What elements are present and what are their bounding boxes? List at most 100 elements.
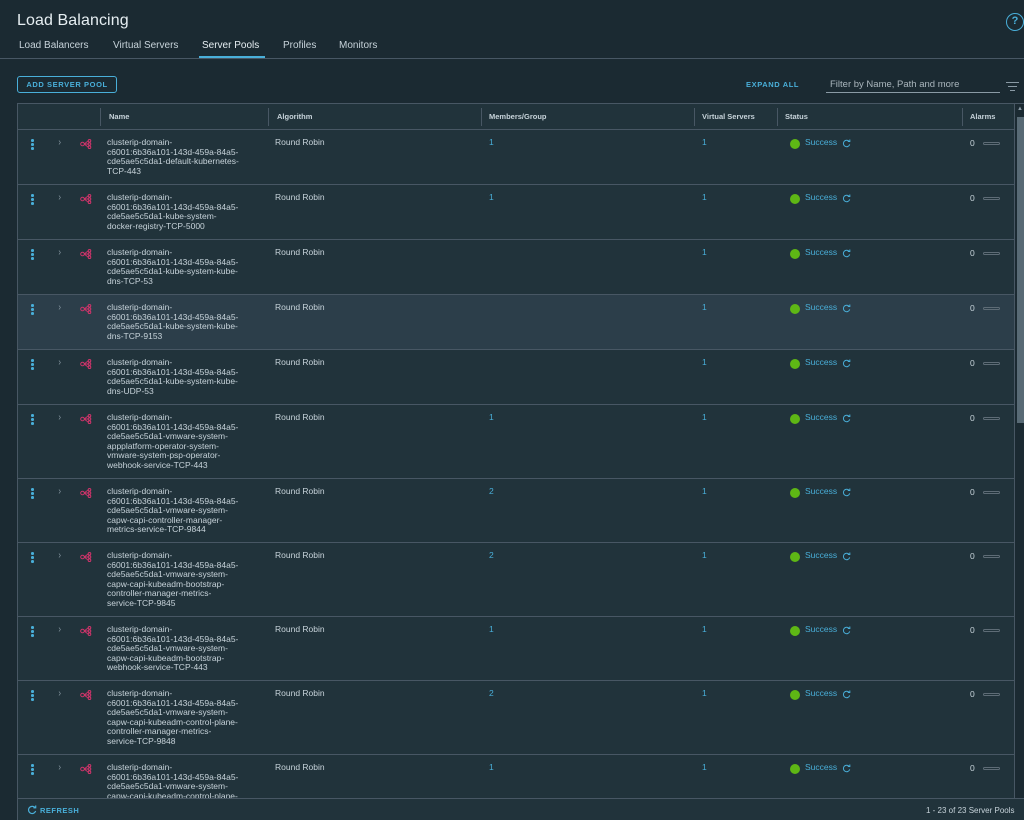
alarm-count: 0 <box>970 138 975 148</box>
virtual-servers-link[interactable]: 1 <box>702 624 707 635</box>
table-row[interactable]: › clusterip-domain-c6001:6b36a101-143d-45… <box>18 240 1014 295</box>
tab-virtual-servers[interactable]: Virtual Servers <box>113 40 178 51</box>
chevron-right-icon[interactable]: › <box>58 624 61 635</box>
status-text[interactable]: Success <box>805 192 837 203</box>
virtual-servers-link[interactable]: 1 <box>702 550 707 561</box>
virtual-servers-link[interactable]: 1 <box>702 192 707 203</box>
virtual-servers-link[interactable]: 1 <box>702 486 707 497</box>
active-tab-indicator <box>199 56 265 58</box>
refresh-icon[interactable] <box>842 359 851 368</box>
column-header-algorithm[interactable]: Algorithm <box>277 112 312 121</box>
tab-load-balancers[interactable]: Load Balancers <box>19 40 89 51</box>
scrollbar-thumb[interactable] <box>1017 117 1024 423</box>
alarm-indicator <box>983 629 1000 632</box>
alarm-count: 0 <box>970 763 975 773</box>
tab-server-pools[interactable]: Server Pools <box>202 40 259 51</box>
refresh-icon[interactable] <box>842 488 851 497</box>
kebab-vertical-icon[interactable] <box>31 304 34 315</box>
column-header-virtual-servers[interactable]: Virtual Servers <box>702 112 755 121</box>
table-row[interactable]: › clusterip-domain-c6001:6b36a101-143d-45… <box>18 185 1014 240</box>
status-text[interactable]: Success <box>805 137 837 148</box>
status-text[interactable]: Success <box>805 550 837 561</box>
status-text[interactable]: Success <box>805 762 837 773</box>
kebab-vertical-icon[interactable] <box>31 249 34 260</box>
kebab-vertical-icon[interactable] <box>31 414 34 425</box>
chevron-right-icon[interactable]: › <box>58 192 61 203</box>
kebab-vertical-icon[interactable] <box>31 764 34 775</box>
tab-bar: Load Balancers Virtual Servers Server Po… <box>0 34 1024 59</box>
members-link[interactable]: 1 <box>489 762 494 773</box>
members-link[interactable]: 1 <box>489 192 494 203</box>
refresh-icon[interactable] <box>842 690 851 699</box>
table-row[interactable]: › clusterip-domain-c6001:6b36a101-143d-45… <box>18 543 1014 617</box>
virtual-servers-link[interactable]: 1 <box>702 137 707 148</box>
column-header-alarms[interactable]: Alarms <box>970 112 995 121</box>
virtual-servers-link[interactable]: 1 <box>702 412 707 423</box>
refresh-icon[interactable] <box>842 249 851 258</box>
virtual-servers-link[interactable]: 1 <box>702 357 707 368</box>
column-header-status[interactable]: Status <box>785 112 808 121</box>
refresh-icon[interactable] <box>842 414 851 423</box>
members-link[interactable]: 1 <box>489 412 494 423</box>
kebab-vertical-icon[interactable] <box>31 488 34 499</box>
help-icon[interactable]: ? <box>1006 13 1024 31</box>
tab-profiles[interactable]: Profiles <box>283 40 316 51</box>
chevron-right-icon[interactable]: › <box>58 137 61 148</box>
refresh-button[interactable]: REFRESH <box>27 805 79 815</box>
refresh-icon[interactable] <box>842 552 851 561</box>
status-text[interactable]: Success <box>805 624 837 635</box>
members-link[interactable]: 1 <box>489 624 494 635</box>
status-text[interactable]: Success <box>805 302 837 313</box>
members-link[interactable]: 2 <box>489 688 494 699</box>
virtual-servers-link[interactable]: 1 <box>702 247 707 258</box>
status-text[interactable]: Success <box>805 688 837 699</box>
kebab-vertical-icon[interactable] <box>31 552 34 563</box>
refresh-icon[interactable] <box>842 304 851 313</box>
table-row[interactable]: › clusterip-domain-c6001:6b36a101-143d-45… <box>18 755 1014 798</box>
scroll-up-icon[interactable]: ▲ <box>1017 106 1023 112</box>
table-row[interactable]: › clusterip-domain-c6001:6b36a101-143d-45… <box>18 350 1014 405</box>
expand-all-button[interactable]: EXPAND ALL <box>746 80 799 89</box>
refresh-icon[interactable] <box>842 626 851 635</box>
chevron-right-icon[interactable]: › <box>58 357 61 368</box>
kebab-vertical-icon[interactable] <box>31 139 34 150</box>
table-row[interactable]: › clusterip-domain-c6001:6b36a101-143d-45… <box>18 405 1014 479</box>
filter-input[interactable] <box>826 76 1000 93</box>
add-server-pool-button[interactable]: ADD SERVER POOL <box>17 76 117 93</box>
status-text[interactable]: Success <box>805 357 837 368</box>
filter-lines-icon[interactable] <box>1006 82 1019 91</box>
chevron-right-icon[interactable]: › <box>58 302 61 313</box>
status-text[interactable]: Success <box>805 412 837 423</box>
column-header-name[interactable]: Name <box>109 112 129 121</box>
chevron-right-icon[interactable]: › <box>58 688 61 699</box>
refresh-icon[interactable] <box>842 764 851 773</box>
virtual-servers-link[interactable]: 1 <box>702 762 707 773</box>
table-row[interactable]: › clusterip-domain-c6001:6b36a101-143d-45… <box>18 681 1014 755</box>
chevron-right-icon[interactable]: › <box>58 762 61 773</box>
table-row[interactable]: › clusterip-domain-c6001:6b36a101-143d-45… <box>18 617 1014 681</box>
tab-monitors[interactable]: Monitors <box>339 40 377 51</box>
status-text[interactable]: Success <box>805 486 837 497</box>
status-text[interactable]: Success <box>805 247 837 258</box>
members-link[interactable]: 1 <box>489 137 494 148</box>
kebab-vertical-icon[interactable] <box>31 690 34 701</box>
refresh-icon[interactable] <box>842 139 851 148</box>
table-row[interactable]: › clusterip-domain-c6001:6b36a101-143d-45… <box>18 295 1014 350</box>
vertical-scrollbar[interactable]: ▲ <box>1014 104 1024 798</box>
table-row[interactable]: › clusterip-domain-c6001:6b36a101-143d-45… <box>18 130 1014 185</box>
pool-name: clusterip-domain-c6001:6b36a101-143d-459… <box>107 762 238 798</box>
chevron-right-icon[interactable]: › <box>58 486 61 497</box>
column-header-members[interactable]: Members/Group <box>489 112 547 121</box>
chevron-right-icon[interactable]: › <box>58 247 61 258</box>
kebab-vertical-icon[interactable] <box>31 194 34 205</box>
chevron-right-icon[interactable]: › <box>58 412 61 423</box>
refresh-icon[interactable] <box>842 194 851 203</box>
virtual-servers-link[interactable]: 1 <box>702 302 707 313</box>
chevron-right-icon[interactable]: › <box>58 550 61 561</box>
kebab-vertical-icon[interactable] <box>31 626 34 637</box>
kebab-vertical-icon[interactable] <box>31 359 34 370</box>
members-link[interactable]: 2 <box>489 486 494 497</box>
table-row[interactable]: › clusterip-domain-c6001:6b36a101-143d-45… <box>18 479 1014 543</box>
virtual-servers-link[interactable]: 1 <box>702 688 707 699</box>
members-link[interactable]: 2 <box>489 550 494 561</box>
